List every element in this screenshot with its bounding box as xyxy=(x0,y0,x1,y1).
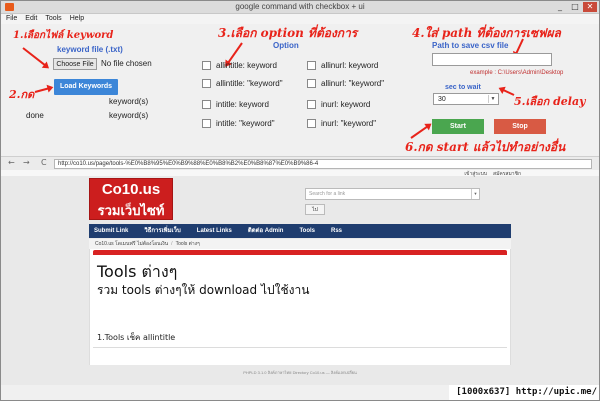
arrow-to-delay xyxy=(500,88,515,96)
option-inurl-quoted-label: inurl: "keyword" xyxy=(321,119,377,128)
option-inurl-label: inurl: keyword xyxy=(321,100,371,109)
maximize-button[interactable]: □ xyxy=(568,2,582,12)
checkbox-allintitle-quoted[interactable] xyxy=(202,79,211,88)
app-window: google command with checkbox + ui _ □ ✕ … xyxy=(0,0,600,401)
browser-nav-bar: ← → C http://co10.us/page/tools-%E0%B8%9… xyxy=(1,156,599,170)
arrow-to-choose-file xyxy=(22,47,48,68)
keyword-count-label: keyword(s) xyxy=(109,97,149,106)
annotation-step-2: 2.กด xyxy=(9,88,35,101)
site-logo[interactable]: Co10.us รวมเว็บไซท์ xyxy=(89,178,173,220)
content-box: Tools ต่างๆ รวม tools ต่างๆให้ download … xyxy=(89,249,511,365)
annotation-step-1: 1.เลือกไฟล์ keyword xyxy=(13,30,114,41)
option-allintitle-label: allintitle: keyword xyxy=(216,61,277,70)
option-allinurl-quoted-label: allinurl: "keyword" xyxy=(321,79,385,88)
reload-icon[interactable]: C xyxy=(41,158,47,167)
nav-tools[interactable]: Tools xyxy=(299,224,315,238)
site-top-links: เข้าสู่ระบบ สมัครสมาชิก xyxy=(464,170,521,178)
stop-button[interactable]: Stop xyxy=(494,119,546,134)
option-allintitle-quoted-label: allintitle: "keyword" xyxy=(216,79,283,88)
option-intitle-label: intitle: keyword xyxy=(216,100,269,109)
arrow-to-start xyxy=(410,124,430,139)
arrow-to-load-keywords xyxy=(34,86,51,93)
menu-tools[interactable]: Tools xyxy=(45,14,61,24)
menu-help[interactable]: Help xyxy=(70,14,84,24)
menu-edit[interactable]: Edit xyxy=(25,14,37,24)
login-link[interactable]: เข้าสู่ระบบ xyxy=(464,170,487,178)
load-keywords-button[interactable]: Load Keywords xyxy=(54,79,118,95)
path-label: Path to save csv file xyxy=(432,41,509,50)
annotation-step-5: 5.เลือก delay xyxy=(514,95,586,108)
page-subtitle: รวม tools ต่างๆให้ download ไปใช้งาน xyxy=(97,283,310,297)
breadcrumb-current: Tools ต่างๆ xyxy=(175,241,200,247)
content-header-bar xyxy=(93,250,507,255)
nav-how-to-add[interactable]: วิธีการเพิ่มเว็บ xyxy=(144,224,180,238)
menu-file[interactable]: File xyxy=(6,14,17,24)
image-host-watermark: [1000x637] http://upic.me/ xyxy=(449,385,599,400)
logo-line-2: รวมเว็บไซท์ xyxy=(97,204,165,219)
delay-selected-value: 30 xyxy=(438,96,446,103)
chevron-down-icon: ▼ xyxy=(488,95,497,103)
minimize-button[interactable]: _ xyxy=(553,2,567,12)
option-title: Option xyxy=(273,41,299,50)
checkbox-intitle[interactable] xyxy=(202,100,211,109)
address-bar[interactable]: http://co10.us/page/tools-%E0%B8%95%E0%B… xyxy=(54,159,592,169)
sec-to-wait-label: sec to wait xyxy=(445,84,481,91)
path-example-text: example : C:\Users\Admin\Desktop xyxy=(470,70,564,76)
checkbox-allinurl[interactable] xyxy=(307,61,316,70)
site-footer: PHPLD 3.1.0 ลิงค์ภาษาไทย Directory Co10.… xyxy=(243,370,357,375)
done-label: done xyxy=(26,111,44,120)
site-nav: Submit Link วิธีการเพิ่มเว็บ Latest Link… xyxy=(89,224,511,238)
site-search-input[interactable]: Search for a link ▼ xyxy=(305,188,480,200)
no-file-chosen-text: No file chosen xyxy=(101,59,152,68)
checkbox-inurl-quoted[interactable] xyxy=(307,119,316,128)
option-intitle-quoted-label: intitle: "keyword" xyxy=(216,119,275,128)
back-arrow-icon[interactable]: ← xyxy=(8,158,15,167)
window-title: google command with checkbox + ui xyxy=(235,2,365,11)
close-button[interactable]: ✕ xyxy=(583,2,597,12)
nav-rss[interactable]: Rss xyxy=(331,224,342,238)
done-count-label: keyword(s) xyxy=(109,111,149,120)
register-link[interactable]: สมัครสมาชิก xyxy=(493,170,521,178)
breadcrumb-home[interactable]: Co10.us โดเมนฟรี ไม่ต้องโอนเงิน xyxy=(95,241,168,247)
title-bar: google command with checkbox + ui _ □ ✕ xyxy=(1,1,599,14)
checkbox-inurl[interactable] xyxy=(307,100,316,109)
nav-latest-links[interactable]: Latest Links xyxy=(197,224,232,238)
logo-line-1: Co10.us xyxy=(101,181,161,198)
search-go-button[interactable]: ไป xyxy=(305,204,325,215)
forward-arrow-icon[interactable]: → xyxy=(23,158,30,167)
nav-submit-link[interactable]: Submit Link xyxy=(94,224,128,238)
annotation-step-6: 6.กด start แล้วไปทำอย่างอื่น xyxy=(405,140,566,154)
checkbox-allintitle[interactable] xyxy=(202,61,211,70)
web-page: เข้าสู่ระบบ สมัครสมาชิก Co10.us รวมเว็บไ… xyxy=(1,170,599,385)
keyword-file-label: keyword file (.txt) xyxy=(57,45,123,54)
divider xyxy=(93,347,507,348)
choose-file-button[interactable]: Choose File xyxy=(53,58,97,70)
checkbox-allinurl-quoted[interactable] xyxy=(307,79,316,88)
menu-bar: File Edit Tools Help xyxy=(1,14,599,24)
search-placeholder: Search for a link xyxy=(309,191,346,197)
start-button[interactable]: Start xyxy=(432,119,484,134)
option-allinurl-label: allinurl: keyword xyxy=(321,61,379,70)
tool-list-item[interactable]: 1.Tools เช็ค allintitle xyxy=(97,331,175,344)
path-input[interactable] xyxy=(432,53,552,66)
control-panel: 1.เลือกไฟล์ keyword 2.กด 3.เลือก option … xyxy=(1,24,599,156)
nav-contact-admin[interactable]: ติดต่อ Admin xyxy=(248,224,284,238)
checkbox-intitle-quoted[interactable] xyxy=(202,119,211,128)
chevron-down-icon: ▼ xyxy=(471,189,479,199)
breadcrumb: Co10.us โดเมนฟรี ไม่ต้องโอนเงิน / Tools ต่… xyxy=(89,239,511,249)
delay-select[interactable]: 30 ▼ xyxy=(433,93,499,105)
